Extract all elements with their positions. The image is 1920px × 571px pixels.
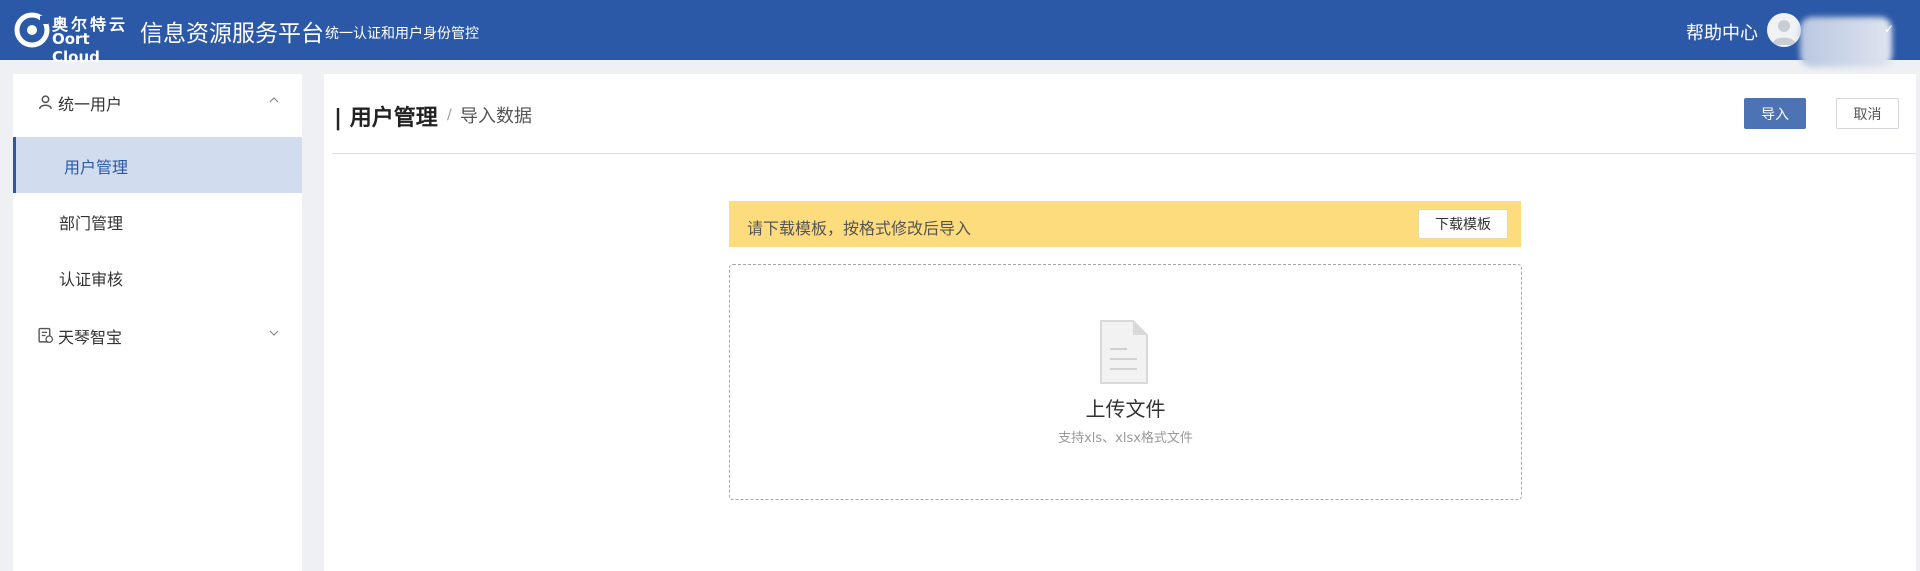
avatar-person-icon [1772,20,1796,45]
download-template-button[interactable]: 下载模板 [1418,209,1508,239]
help-center-link[interactable]: 帮助中心 [1686,19,1758,45]
header-divider [332,153,1916,154]
upload-format-hint: 支持xls、xlsx格式文件 [1058,431,1193,446]
sidebar-group-unified-user[interactable]: 统一用户 [13,74,302,130]
breadcrumb-separator: / [447,107,452,123]
username-redacted[interactable] [1800,17,1892,67]
sidebar-item-auth-review[interactable]: 认证审核 [13,249,302,305]
import-button[interactable]: 导入 [1744,98,1806,129]
page-title: | 用户管理 [334,106,438,131]
breadcrumb-current: 导入数据 [460,106,532,127]
page-header: | 用户管理 / 导入数据 导入 取消 [324,74,1916,154]
file-upload-dropzone[interactable]: 上传文件 支持xls、xlsx格式文件 [729,264,1522,500]
sidebar-item-department-management[interactable]: 部门管理 [13,193,302,249]
top-bar: 奥尔特云 Oort Cloud 信息资源服务平台 统一认证和用户身份管控 帮助中… [0,0,1920,67]
cancel-button[interactable]: 取消 [1836,98,1899,129]
sidebar-group-label: 统一用户 [58,95,123,114]
document-shield-icon [38,327,54,344]
user-menu-icon[interactable]: ✓ [1884,22,1894,36]
sidebar-item-user-management[interactable]: 用户管理 [13,137,302,193]
avatar[interactable] [1767,13,1801,47]
notice-text: 请下载模板，按格式修改后导入 [747,219,972,238]
oort-cloud-logo-icon [14,12,50,48]
chevron-down-icon[interactable] [267,326,281,340]
sidebar-item-label: 认证审核 [59,270,124,289]
sidebar-item-label: 用户管理 [64,158,129,177]
sidebar-item-label: 部门管理 [59,214,124,233]
upload-title: 上传文件 [1085,397,1166,421]
chevron-up-icon[interactable] [267,93,281,107]
user-icon [38,95,53,110]
main-panel: | 用户管理 / 导入数据 导入 取消 请下载模板，按格式修改后导入 下载模板 … [324,74,1916,571]
file-icon [1100,320,1148,384]
sidebar: 统一用户 用户管理 部门管理 认证审核 天琴智宝 [13,74,302,571]
app-title: 信息资源服务平台 [140,21,324,47]
logo-english-text: Oort Cloud [52,30,100,66]
template-notice-banner: 请下载模板，按格式修改后导入 下载模板 [729,201,1521,247]
logo[interactable]: 奥尔特云 Oort Cloud [14,10,134,66]
app-subtitle: 统一认证和用户身份管控 [325,26,479,42]
sidebar-group-tianqin[interactable]: 天琴智宝 [13,307,302,363]
sidebar-group-label: 天琴智宝 [58,328,123,347]
